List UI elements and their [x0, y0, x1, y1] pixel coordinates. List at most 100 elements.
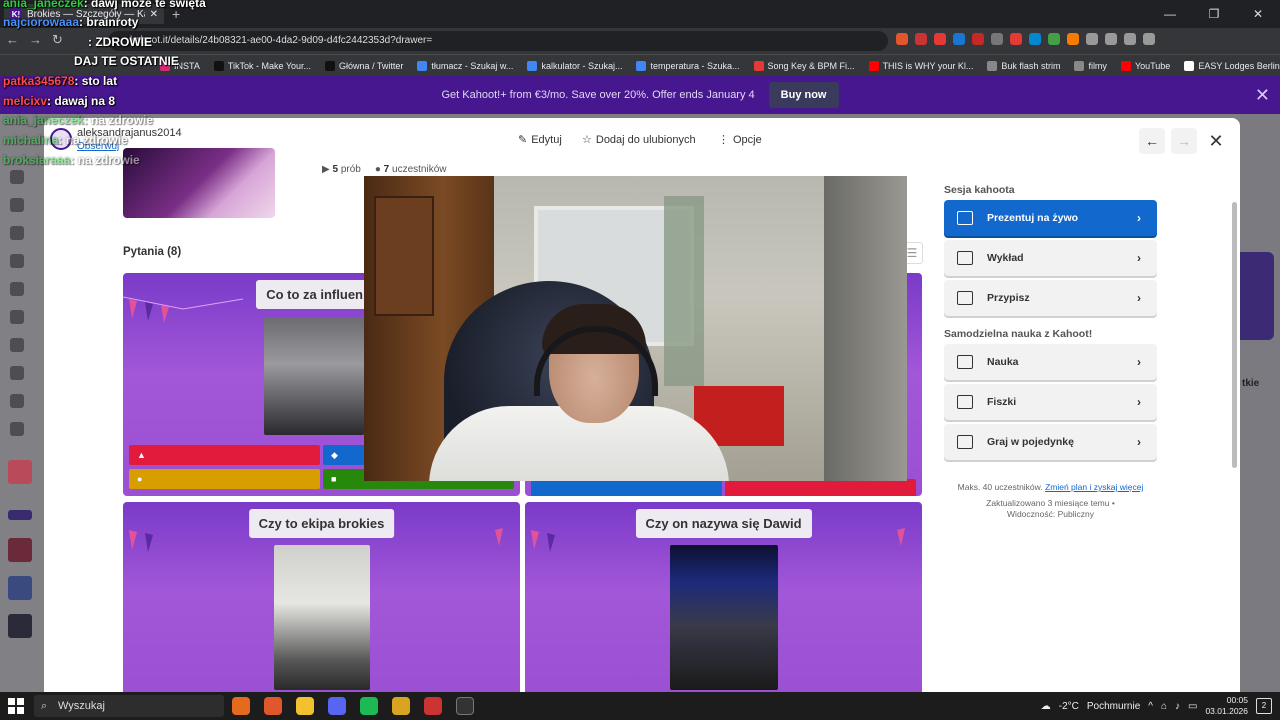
- webcam-overlay: [364, 176, 907, 481]
- flashcards-button[interactable]: Fiszki ›: [944, 384, 1157, 420]
- taskbar-search[interactable]: ⌕ Wyszukaj: [34, 695, 224, 717]
- nav-buttons: ← → ↻: [6, 32, 63, 48]
- chat-message: patka345678: sto lat: [3, 74, 118, 88]
- reload-icon[interactable]: ↻: [52, 32, 63, 48]
- chevron-right-icon: ›: [1137, 395, 1141, 409]
- modal-scrollbar[interactable]: [1232, 158, 1237, 688]
- scrollbar-thumb[interactable]: [1232, 202, 1237, 468]
- extension-icon[interactable]: [953, 33, 965, 45]
- question-card[interactable]: Czy on nazywa się Dawid: [525, 502, 922, 692]
- back-icon[interactable]: ←: [6, 32, 19, 48]
- bookmark-item[interactable]: Song Key & BPM Fi...: [753, 60, 855, 71]
- answer-option: ▲: [129, 445, 320, 465]
- promo-text: Get Kahoot!+ from €3/mo. Save over 20%. …: [441, 89, 755, 101]
- chat-message: ania_janeczek: dawj może te święta: [3, 0, 206, 10]
- bookmark-item[interactable]: temperatura - Szuka...: [636, 60, 740, 71]
- discord-icon[interactable]: [328, 697, 346, 715]
- system-tray: ☁ -2°C Pochmurnie ^ ⌂ ♪ ▭ 00:05 03.01.20…: [1041, 692, 1280, 720]
- kahoot-meta: ▶ 5 prób ● 7 uczestników: [322, 164, 446, 175]
- bookmark-item[interactable]: EASY Lodges Berlin,...: [1184, 60, 1280, 71]
- assign-button[interactable]: Przypisz ›: [944, 280, 1157, 316]
- study-button[interactable]: Nauka ›: [944, 344, 1157, 380]
- answer-option: [725, 479, 916, 496]
- brave-icon[interactable]: [264, 697, 282, 715]
- plays-count: ▶ 5 prób: [322, 164, 361, 175]
- favorite-button[interactable]: ☆ Dodaj do ulubionych: [582, 133, 696, 147]
- extension-icon[interactable]: [934, 33, 946, 45]
- minimize-icon[interactable]: —: [1148, 0, 1192, 28]
- app-icon[interactable]: [424, 697, 442, 715]
- close-icon[interactable]: ✕: [1255, 85, 1270, 106]
- sidebar-icon[interactable]: [1105, 33, 1117, 45]
- star-icon: ☆: [582, 134, 592, 146]
- file-explorer-icon[interactable]: [296, 697, 314, 715]
- extension-icon[interactable]: [1067, 33, 1079, 45]
- news-icon: [10, 310, 24, 324]
- extension-icon[interactable]: [991, 33, 1003, 45]
- chevron-right-icon: ›: [1137, 291, 1141, 305]
- bookmark-item[interactable]: tłumacz - Szukaj w...: [417, 60, 513, 71]
- taskbar-apps: [232, 697, 474, 715]
- forward-icon[interactable]: →: [29, 32, 42, 48]
- extension-icon[interactable]: [1029, 33, 1041, 45]
- clock[interactable]: 00:05 03.01.2026: [1205, 695, 1248, 717]
- self-study-section-title: Samodzielna nauka z Kahoot!: [944, 328, 1093, 340]
- bookmark-item[interactable]: kalkulator - Szukaj...: [527, 60, 622, 71]
- circle-icon: ●: [137, 474, 143, 484]
- download-icon[interactable]: [1124, 33, 1136, 45]
- tab-close-icon[interactable]: ✕: [150, 9, 158, 20]
- answer-option: ●: [129, 469, 320, 489]
- menu-icon[interactable]: [1143, 33, 1155, 45]
- bookmark-item[interactable]: THIS is WHY your Kl...: [868, 60, 973, 71]
- close-modal-button[interactable]: ✕: [1203, 128, 1229, 154]
- volume-icon[interactable]: ♪: [1175, 701, 1180, 712]
- app-icon[interactable]: [456, 697, 474, 715]
- more-icon: ⋮: [718, 134, 729, 146]
- weather-icon[interactable]: ☁: [1041, 701, 1051, 712]
- next-arrow-button[interactable]: →: [1171, 128, 1197, 154]
- cover-image: [123, 148, 275, 218]
- window-controls: — ❐ ✕: [1148, 0, 1280, 28]
- bookmark-item[interactable]: Główna / Twitter: [325, 60, 403, 71]
- spotify-icon[interactable]: [360, 697, 378, 715]
- extension-icon[interactable]: [972, 33, 984, 45]
- buy-now-button[interactable]: Buy now: [768, 82, 839, 108]
- brave-icon[interactable]: [896, 33, 908, 45]
- library-icon: [10, 226, 24, 240]
- chevron-right-icon: ›: [1137, 251, 1141, 265]
- bookmark-icon: [868, 60, 879, 71]
- bookmark-item[interactable]: Buk flash strim: [987, 60, 1060, 71]
- previous-arrow-button[interactable]: ←: [1139, 128, 1165, 154]
- question-card[interactable]: Czy to ekipa brokies: [123, 502, 520, 692]
- present-live-button[interactable]: Prezentuj na żywo ›: [944, 200, 1157, 236]
- bookmark-item[interactable]: TikTok - Make Your...: [213, 60, 311, 71]
- extension-icon[interactable]: [1010, 33, 1022, 45]
- app-icon[interactable]: [232, 697, 250, 715]
- chevron-up-icon[interactable]: ^: [1148, 701, 1153, 712]
- url-field[interactable]: kahoot.it/details/24b08321-ae00-4da2-9d0…: [108, 31, 888, 51]
- maximize-icon[interactable]: ❐: [1192, 0, 1236, 28]
- extension-icon[interactable]: [915, 33, 927, 45]
- reports-icon: [10, 254, 24, 268]
- upgrade-plan-link[interactable]: Zmień plan i zyskaj więcej: [1045, 482, 1143, 492]
- windows-start-icon[interactable]: [8, 698, 24, 714]
- puzzle-icon[interactable]: [1086, 33, 1098, 45]
- bookmark-item[interactable]: filmy: [1074, 60, 1107, 71]
- bookmark-item[interactable]: YouTube: [1120, 60, 1170, 71]
- options-button[interactable]: ⋮ Opcje: [718, 133, 762, 147]
- network-icon[interactable]: ⌂: [1161, 701, 1167, 712]
- notifications-icon[interactable]: 2: [1256, 698, 1272, 714]
- app-icon[interactable]: [392, 697, 410, 715]
- address-bar-row: ← → ↻ kahoot.it/details/24b08321-ae00-4d…: [0, 28, 1280, 54]
- lecture-button[interactable]: Wykład ›: [944, 240, 1157, 276]
- window-close-icon[interactable]: ✕: [1236, 0, 1280, 28]
- edit-button[interactable]: ✎ Edytuj: [518, 133, 562, 147]
- battery-icon[interactable]: ▭: [1188, 701, 1197, 712]
- answer-option: [531, 479, 722, 496]
- bookmark-icon: [527, 60, 538, 71]
- extension-icon[interactable]: [1048, 33, 1060, 45]
- ai-icon: [10, 366, 24, 380]
- chat-message: ania_janeczek: na zdrowie: [3, 113, 154, 127]
- solo-play-button[interactable]: Graj w pojedynkę ›: [944, 424, 1157, 460]
- bookmark-icon: [213, 60, 224, 71]
